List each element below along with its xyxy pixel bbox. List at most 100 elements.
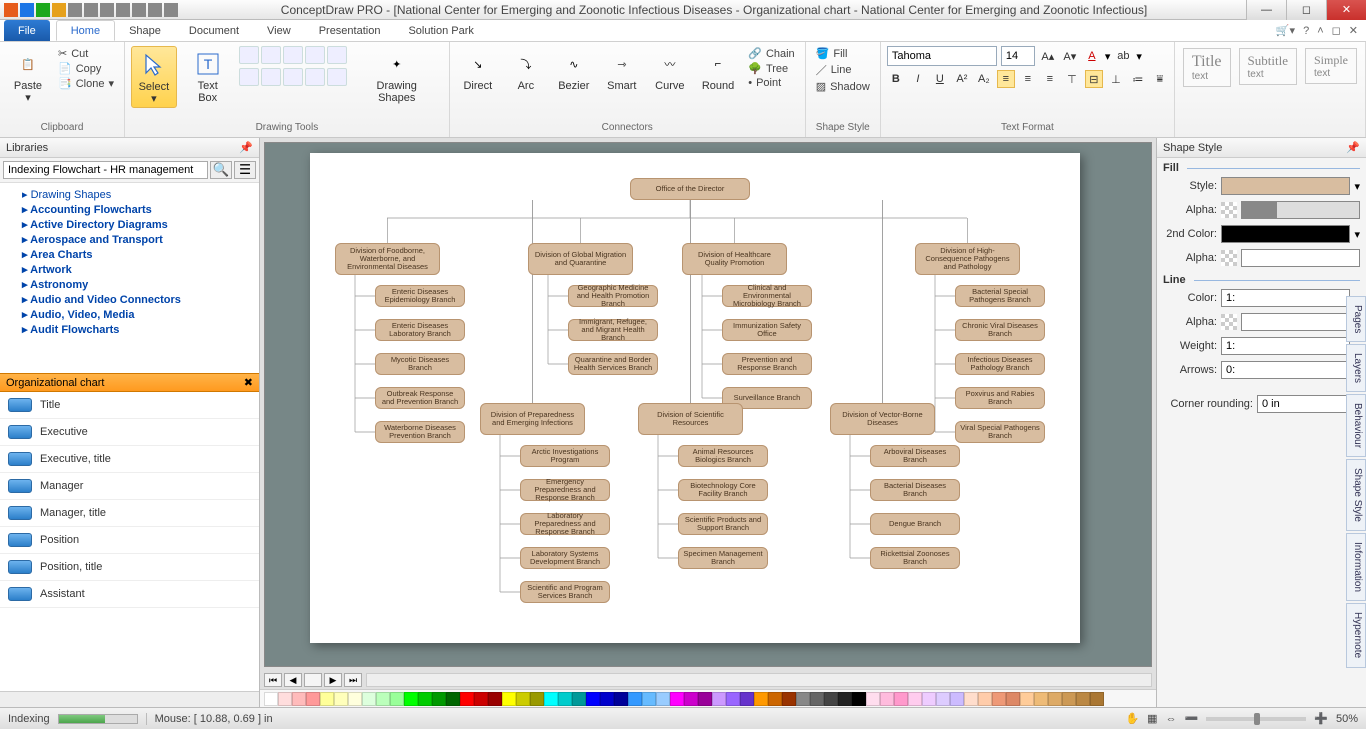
align-bottom-button[interactable]: ⊥ bbox=[1107, 70, 1125, 88]
palette-swatch[interactable] bbox=[1062, 692, 1076, 706]
org-box[interactable]: Scientific and Program Services Branch bbox=[520, 581, 610, 603]
line-alpha-slider[interactable] bbox=[1241, 313, 1360, 331]
quick-style-simple[interactable]: Simpletext bbox=[1305, 48, 1357, 84]
palette-swatch[interactable] bbox=[614, 692, 628, 706]
org-box[interactable]: Animal Resources Biologics Branch bbox=[678, 445, 768, 467]
subscript-button[interactable]: A₂ bbox=[975, 70, 993, 88]
palette-swatch[interactable] bbox=[754, 692, 768, 706]
library-tree-item[interactable]: ▸ Drawing Shapes bbox=[6, 187, 253, 202]
fill-button[interactable]: 🪣 Fill bbox=[812, 46, 874, 61]
palette-swatch[interactable] bbox=[964, 692, 978, 706]
fit-page-icon[interactable]: ▦ bbox=[1147, 712, 1157, 725]
font-size-input[interactable] bbox=[1001, 46, 1035, 66]
palette-swatch[interactable] bbox=[502, 692, 516, 706]
palette-swatch[interactable] bbox=[334, 692, 348, 706]
palette-swatch[interactable] bbox=[1006, 692, 1020, 706]
palette-swatch[interactable] bbox=[992, 692, 1006, 706]
align-center-button[interactable]: ≡ bbox=[1019, 70, 1037, 88]
org-box[interactable]: Division of Global Migration and Quarant… bbox=[528, 243, 633, 275]
side-tab[interactable]: Pages bbox=[1346, 296, 1366, 342]
palette-swatch[interactable] bbox=[348, 692, 362, 706]
org-box[interactable]: Poxvirus and Rabies Branch bbox=[955, 387, 1045, 409]
palette-swatch[interactable] bbox=[558, 692, 572, 706]
palette-swatch[interactable] bbox=[572, 692, 586, 706]
org-box[interactable]: Division of High-Consequence Pathogens a… bbox=[915, 243, 1020, 275]
tab-solution-park[interactable]: Solution Park bbox=[394, 20, 487, 41]
palette-swatch[interactable] bbox=[810, 692, 824, 706]
close-button[interactable]: ✕ bbox=[1326, 0, 1366, 20]
line-color-dropdown[interactable]: 1: bbox=[1221, 289, 1350, 307]
org-box[interactable]: Bacterial Diseases Branch bbox=[870, 479, 960, 501]
increase-font-button[interactable]: A▴ bbox=[1039, 47, 1057, 65]
help-icon[interactable]: ? bbox=[1303, 25, 1309, 37]
palette-swatch[interactable] bbox=[852, 692, 866, 706]
file-tab[interactable]: File bbox=[4, 20, 50, 41]
palette-swatch[interactable] bbox=[936, 692, 950, 706]
tab-view[interactable]: View bbox=[253, 20, 305, 41]
pin-icon[interactable]: 📌 bbox=[239, 141, 253, 154]
canvas-hscroll[interactable] bbox=[366, 673, 1152, 687]
quick-access-toolbar[interactable] bbox=[0, 3, 182, 17]
org-chart-section-header[interactable]: Organizational chart✖ bbox=[0, 373, 259, 392]
line-weight-dropdown[interactable]: 1: bbox=[1221, 337, 1350, 355]
chain-button[interactable]: 🔗 Chain bbox=[744, 46, 798, 61]
palette-swatch[interactable] bbox=[768, 692, 782, 706]
fit-width-icon[interactable]: ⇔ bbox=[1166, 713, 1177, 725]
org-box[interactable]: Chronic Viral Diseases Branch bbox=[955, 319, 1045, 341]
side-tab[interactable]: Layers bbox=[1346, 344, 1366, 392]
shape-list-item[interactable]: Assistant bbox=[0, 581, 259, 608]
org-box[interactable]: Rickettsial Zoonoses Branch bbox=[870, 547, 960, 569]
palette-swatch[interactable] bbox=[488, 692, 502, 706]
align-right-button[interactable]: ≡ bbox=[1041, 70, 1059, 88]
palette-swatch[interactable] bbox=[264, 692, 278, 706]
cart-icon[interactable]: 🛒▾ bbox=[1276, 24, 1295, 37]
org-box[interactable]: Division of Scientific Resources bbox=[638, 403, 743, 435]
clone-button[interactable]: 📑 Clone ▾ bbox=[54, 76, 118, 91]
palette-swatch[interactable] bbox=[1076, 692, 1090, 706]
curve-connector-button[interactable]: 〰Curve bbox=[648, 46, 692, 94]
bullets-button[interactable]: ≔ bbox=[1129, 70, 1147, 88]
shape-list-item[interactable]: Manager, title bbox=[0, 500, 259, 527]
palette-swatch[interactable] bbox=[446, 692, 460, 706]
palette-swatch[interactable] bbox=[404, 692, 418, 706]
copy-button[interactable]: 📄 Copy bbox=[54, 61, 118, 76]
shape-list-item[interactable]: Executive bbox=[0, 419, 259, 446]
tab-shape[interactable]: Shape bbox=[115, 20, 175, 41]
align-middle-button[interactable]: ⊟ bbox=[1085, 70, 1103, 88]
palette-swatch[interactable] bbox=[586, 692, 600, 706]
side-tab[interactable]: Information bbox=[1346, 533, 1366, 601]
palette-swatch[interactable] bbox=[292, 692, 306, 706]
left-panel-hscroll[interactable] bbox=[0, 691, 259, 707]
palette-swatch[interactable] bbox=[390, 692, 404, 706]
palette-swatch[interactable] bbox=[376, 692, 390, 706]
palette-swatch[interactable] bbox=[1048, 692, 1062, 706]
superscript-button[interactable]: A² bbox=[953, 70, 971, 88]
shape-list-item[interactable]: Executive, title bbox=[0, 446, 259, 473]
org-box[interactable]: Outbreak Response and Prevention Branch bbox=[375, 387, 465, 409]
hand-tool-icon[interactable]: ✋ bbox=[1125, 712, 1139, 725]
palette-swatch[interactable] bbox=[362, 692, 376, 706]
palette-swatch[interactable] bbox=[306, 692, 320, 706]
window-restore-icon[interactable]: ◻ bbox=[1332, 24, 1341, 37]
tab-next[interactable]: ▶ bbox=[324, 673, 342, 687]
palette-swatch[interactable] bbox=[642, 692, 656, 706]
search-button[interactable]: 🔍 bbox=[210, 161, 232, 179]
org-box[interactable]: Enteric Diseases Laboratory Branch bbox=[375, 319, 465, 341]
tab-first[interactable]: ⏮ bbox=[264, 673, 282, 687]
palette-swatch[interactable] bbox=[880, 692, 894, 706]
shape-list-item[interactable]: Position, title bbox=[0, 554, 259, 581]
zoom-level[interactable]: 50% bbox=[1336, 713, 1358, 725]
palette-swatch[interactable] bbox=[922, 692, 936, 706]
side-tab[interactable]: Hypernote bbox=[1346, 603, 1366, 667]
palette-swatch[interactable] bbox=[1020, 692, 1034, 706]
org-box[interactable]: Emergency Preparedness and Response Bran… bbox=[520, 479, 610, 501]
tab-prev[interactable]: ◀ bbox=[284, 673, 302, 687]
canvas[interactable]: Office of the DirectorDivision of Foodbo… bbox=[264, 142, 1152, 667]
decrease-font-button[interactable]: A▾ bbox=[1061, 47, 1079, 65]
org-box[interactable]: Prevention and Response Branch bbox=[722, 353, 812, 375]
library-tree-item[interactable]: ▸ Area Charts bbox=[6, 247, 253, 262]
library-tree-item[interactable]: ▸ Active Directory Diagrams bbox=[6, 217, 253, 232]
palette-swatch[interactable] bbox=[908, 692, 922, 706]
palette-swatch[interactable] bbox=[740, 692, 754, 706]
window-close-icon[interactable]: ✕ bbox=[1349, 24, 1358, 37]
